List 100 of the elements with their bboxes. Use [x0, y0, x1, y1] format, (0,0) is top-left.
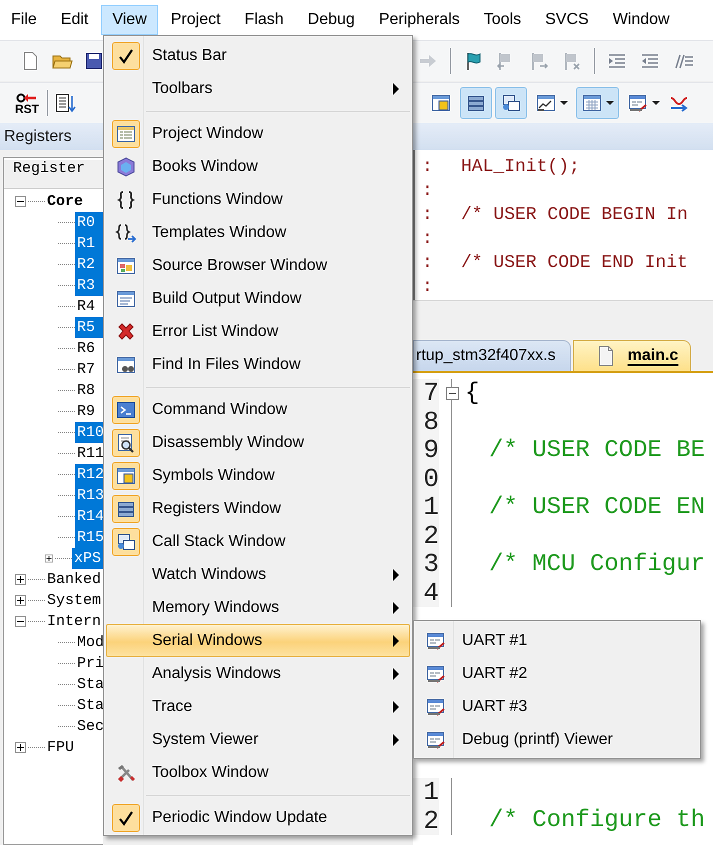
- menu-item[interactable]: Serial Windows: [106, 624, 410, 657]
- menu-item[interactable]: Disassembly Window: [106, 426, 410, 459]
- tree-item[interactable]: R3: [75, 275, 103, 296]
- file-tab[interactable]: main.c: [572, 340, 692, 371]
- tree-item[interactable]: R11: [75, 443, 103, 464]
- step-list-icon[interactable]: [54, 92, 76, 114]
- menu-item[interactable]: Symbols Window: [106, 459, 410, 492]
- menu-item[interactable]: Tools: [472, 5, 532, 35]
- tree-item[interactable]: Mod: [75, 632, 103, 653]
- save-icon[interactable]: [83, 50, 103, 72]
- braces-arrow-icon: [115, 222, 137, 244]
- code-line: HAL_Init();: [461, 157, 580, 177]
- menu-item[interactable]: Error List Window: [106, 315, 410, 348]
- tree-item[interactable]: R7: [75, 359, 103, 380]
- tree-item[interactable]: R14: [75, 506, 103, 527]
- code-line: /* Configure th: [488, 807, 706, 834]
- tree-item[interactable]: Banked: [44, 569, 103, 590]
- tree-item[interactable]: Core: [45, 191, 103, 212]
- column-header[interactable]: Register: [4, 160, 103, 189]
- menu-item[interactable]: Templates Window: [106, 216, 410, 249]
- menu-item[interactable]: Flash: [234, 5, 295, 35]
- menu-item[interactable]: File: [0, 5, 48, 35]
- submenu-arrow-icon: [393, 734, 399, 746]
- line-number: 7: [413, 379, 439, 408]
- tree-item[interactable]: R15: [75, 527, 103, 548]
- caret-icon: [560, 101, 568, 105]
- menu-item[interactable]: Peripherals: [368, 5, 471, 35]
- line-marker: :: [421, 277, 434, 297]
- toolbar-toggle[interactable]: [576, 87, 619, 119]
- menu-item[interactable]: UART #1: [416, 624, 698, 657]
- line-marker: :: [421, 205, 434, 225]
- line-marker: :: [421, 229, 434, 249]
- tree-item[interactable]: Intern: [44, 611, 103, 632]
- menu-item[interactable]: Analysis Windows: [106, 657, 410, 690]
- tree-item[interactable]: R6: [75, 338, 103, 359]
- menu-item[interactable]: Edit: [50, 5, 100, 35]
- line-number: 2: [413, 806, 439, 835]
- tree-item[interactable]: Sec: [75, 716, 103, 737]
- menu-item[interactable]: System Viewer: [106, 723, 410, 756]
- menu-item[interactable]: Window: [602, 5, 681, 35]
- line-number: 1: [413, 493, 439, 522]
- tree-item[interactable]: xPS: [72, 548, 103, 569]
- tree-item[interactable]: R8: [75, 380, 103, 401]
- menu-item[interactable]: Debug (printf) Viewer: [416, 723, 698, 756]
- submenu-arrow-icon: [393, 634, 399, 646]
- menu-item[interactable]: UART #2: [416, 657, 698, 690]
- menu-item[interactable]: Debug: [296, 5, 366, 35]
- panel-title: Registers: [4, 128, 72, 146]
- menu-item[interactable]: Functions Window: [106, 183, 410, 216]
- tree-item[interactable]: R4: [75, 296, 103, 317]
- tree-item[interactable]: FPU: [45, 737, 103, 758]
- tree-item[interactable]: R2: [75, 254, 103, 275]
- menu-item[interactable]: Periodic Window Update: [106, 801, 410, 834]
- reset-button[interactable]: RST: [13, 90, 41, 116]
- menu-item[interactable]: Command Window: [106, 393, 410, 426]
- tree-item[interactable]: R13: [75, 485, 103, 506]
- line-number: 2: [413, 522, 439, 550]
- collapse-icon[interactable]: [15, 196, 26, 207]
- code-line: /* USER CODE BEGIN In: [461, 205, 688, 225]
- line-number: 9: [413, 436, 439, 464]
- menu-item[interactable]: Call Stack Window: [106, 525, 410, 558]
- line-number: 1: [413, 778, 439, 806]
- menu-item[interactable]: Toolbars: [106, 72, 410, 105]
- menu-item[interactable]: View: [101, 5, 158, 35]
- expand-icon[interactable]: [15, 742, 26, 753]
- collapse-icon[interactable]: [446, 386, 458, 400]
- tree-item[interactable]: Pri: [75, 653, 103, 674]
- line-number: 0: [413, 464, 439, 493]
- collapse-icon[interactable]: [15, 616, 26, 627]
- menu-item[interactable]: Source Browser Window: [106, 249, 410, 282]
- menu-item[interactable]: Watch Windows: [106, 558, 410, 591]
- tree-item[interactable]: R9: [75, 401, 103, 422]
- menu-item[interactable]: Toolbox Window: [106, 756, 410, 789]
- tree-item[interactable]: R0: [75, 212, 103, 233]
- menu-item[interactable]: Books Window: [106, 150, 410, 183]
- symbols-window-icon: [430, 92, 452, 114]
- menu-item[interactable]: Registers Window: [106, 492, 410, 525]
- tree-item[interactable]: R1: [75, 233, 103, 254]
- grid-window-icon: [581, 92, 603, 114]
- menu-item[interactable]: Trace: [106, 690, 410, 723]
- menu-item[interactable]: Project Window: [106, 117, 410, 150]
- tree-item[interactable]: System: [44, 590, 103, 611]
- overlapping-windows-icon: [500, 92, 522, 114]
- code-line: {: [465, 380, 480, 407]
- expand-icon[interactable]: [15, 595, 26, 606]
- menu-item[interactable]: Memory Windows: [106, 591, 410, 624]
- code-line: /* USER CODE EN: [488, 494, 706, 521]
- menu-item[interactable]: Project: [160, 5, 232, 35]
- file-tab[interactable]: rtup_stm32f407xx.s: [413, 340, 571, 371]
- tree-item[interactable]: R10: [75, 422, 103, 443]
- menu-item[interactable]: Find In Files Window: [106, 348, 410, 381]
- expand-icon[interactable]: [15, 574, 26, 585]
- tree-item[interactable]: R5: [75, 317, 103, 338]
- expand-icon[interactable]: [45, 553, 53, 564]
- toolbar-toggle[interactable]: [460, 87, 492, 119]
- menu-item[interactable]: UART #3: [416, 690, 698, 723]
- toolbar-toggle[interactable]: [495, 87, 527, 119]
- menu-item[interactable]: Build Output Window: [106, 282, 410, 315]
- menu-item[interactable]: SVCS: [534, 5, 600, 35]
- tree-item[interactable]: R12: [75, 464, 103, 485]
